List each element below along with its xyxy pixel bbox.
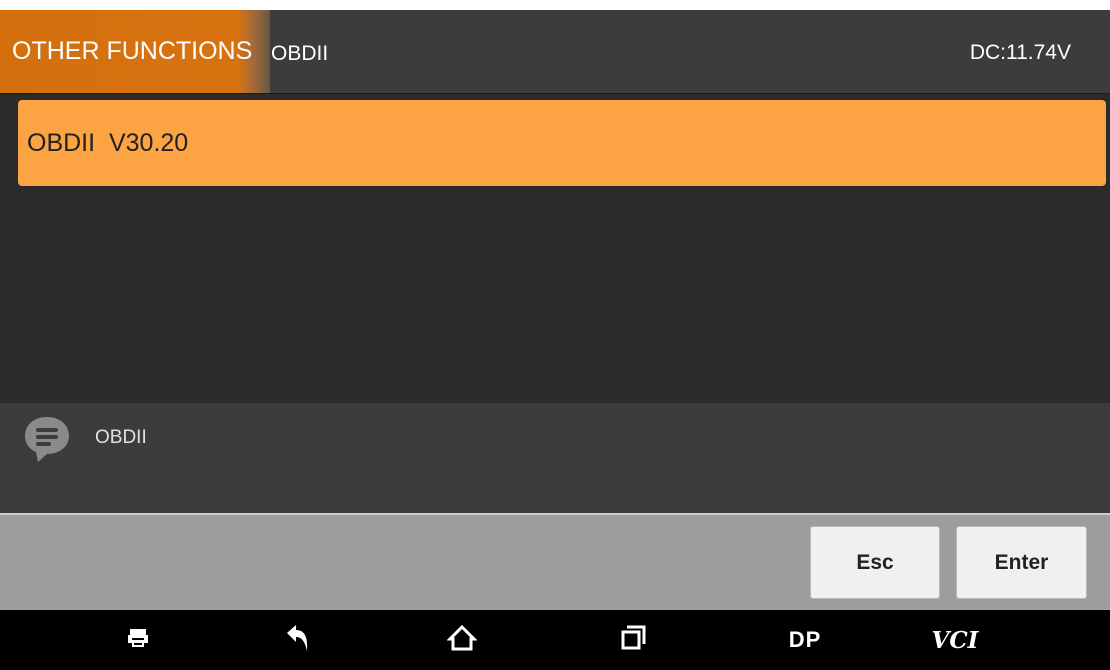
message-text: OBDII (95, 427, 147, 448)
chat-bubble-icon (22, 414, 72, 464)
message-panel: OBDII (0, 403, 1110, 513)
printer-icon (126, 626, 150, 655)
printer-button[interactable] (108, 610, 168, 670)
recent-apps-icon (620, 625, 646, 656)
back-button[interactable] (268, 610, 328, 670)
vci-button[interactable]: VCI (920, 610, 990, 670)
recent-apps-button[interactable] (603, 610, 663, 670)
header-bar: OTHER FUNCTIONS OBDII DC:11.74V (0, 10, 1110, 94)
back-icon (285, 624, 311, 657)
esc-button[interactable]: Esc (810, 526, 940, 599)
function-list: OBDII V30.20 (0, 94, 1110, 403)
voltage-readout: DC:11.74V (969, 41, 1071, 64)
list-item-label: OBDII V30.20 (27, 129, 189, 157)
diagnostic-screen: OTHER FUNCTIONS OBDII DC:11.74V OBDII V3… (0, 10, 1110, 670)
vci-icon: VCI (931, 626, 979, 654)
tab-label: OTHER FUNCTIONS (12, 37, 253, 65)
dp-button[interactable]: DP (775, 610, 835, 670)
home-button[interactable] (432, 610, 492, 670)
home-icon (446, 624, 478, 657)
list-item-obdii[interactable]: OBDII V30.20 (18, 100, 1106, 186)
system-nav-bar: DP VCI (0, 610, 1110, 670)
button-bar: Esc Enter (0, 515, 1110, 610)
dp-icon: DP (788, 627, 822, 652)
breadcrumb: OBDII (271, 42, 329, 65)
tab-other-functions[interactable]: OTHER FUNCTIONS (0, 10, 270, 93)
enter-button[interactable]: Enter (956, 526, 1087, 599)
